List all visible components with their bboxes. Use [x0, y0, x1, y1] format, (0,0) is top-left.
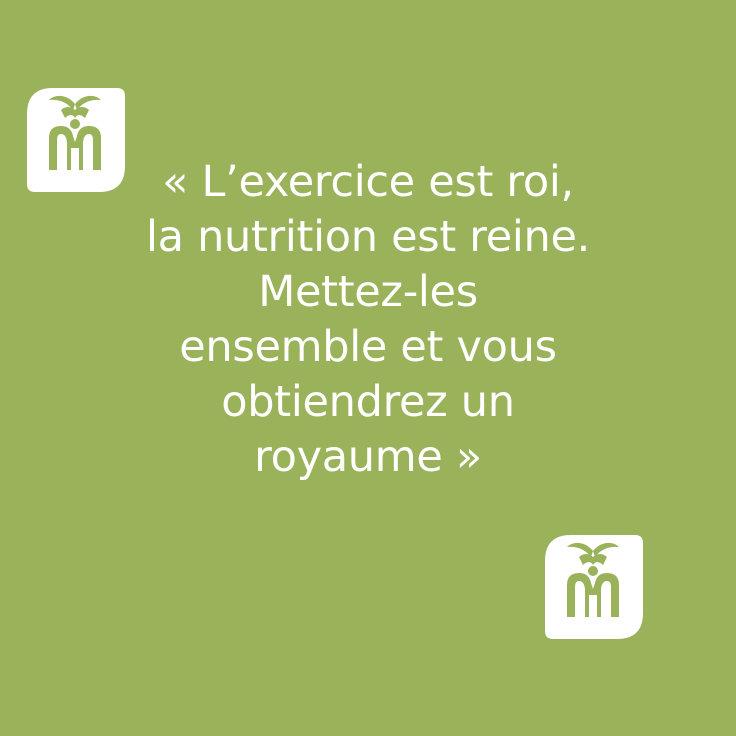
- quote-line-5: obtiendrez un: [221, 377, 515, 427]
- palm-fountain-logo-icon: [545, 535, 643, 639]
- quote-line-1: « L’exercice est roi,: [162, 157, 574, 207]
- logo-badge-bottom: [533, 527, 653, 647]
- quote-line-6: royaume »: [254, 432, 482, 482]
- quote-line-4: ensemble et vous: [179, 322, 557, 372]
- quote-line-2: la nutrition est reine.: [146, 212, 590, 262]
- quote-line-3: Mettez-les: [258, 267, 478, 317]
- quote-text: « L’exercice est roi, la nutrition est r…: [0, 155, 736, 485]
